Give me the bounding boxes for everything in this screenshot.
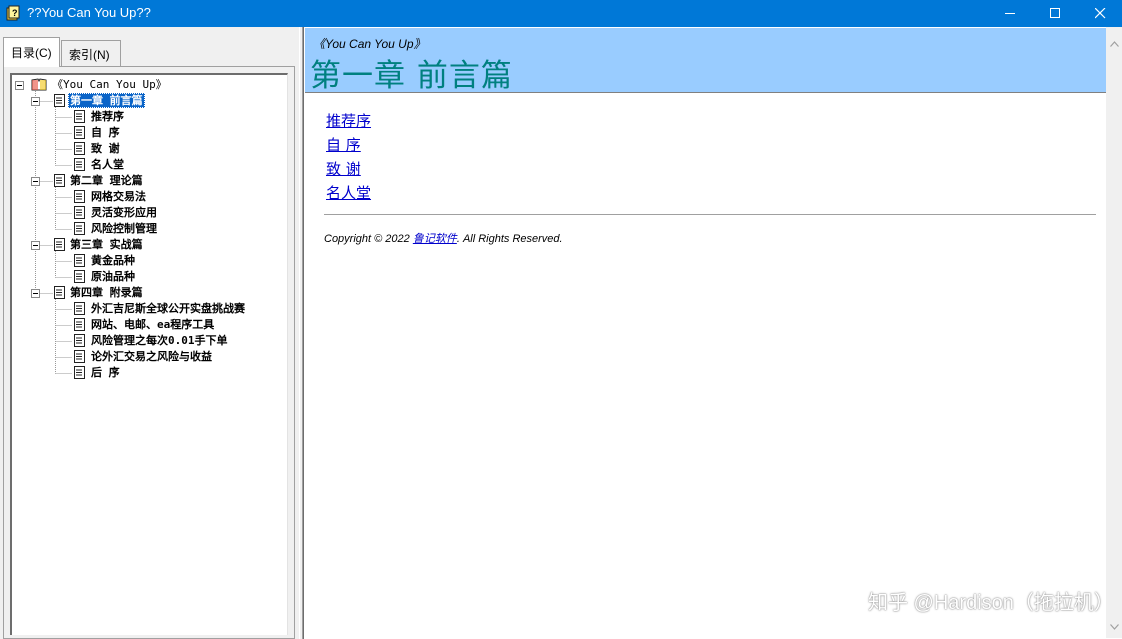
collapse-toggle[interactable]: [31, 289, 40, 298]
tab-index[interactable]: 索引(N): [61, 40, 121, 66]
contents-tree[interactable]: 《You Can You Up》 第一章 前言篇 推荐序 自 序 致 谢 名人堂…: [10, 73, 288, 635]
topic-link[interactable]: 推荐序: [326, 109, 371, 133]
document-icon: [74, 334, 85, 347]
document-icon: [74, 270, 85, 283]
tree-item-label: 外汇吉尼斯全球公开实盘挑战赛: [91, 302, 245, 315]
copyright-suffix: . All Rights Reserved.: [456, 233, 563, 245]
document-icon: [74, 302, 85, 315]
tree-root-label: 《You Can You Up》: [52, 78, 167, 91]
window-title: ??You Can You Up??: [27, 5, 151, 20]
title-bar[interactable]: ? ??You Can You Up??: [0, 0, 1122, 27]
tree-item-label: 黄金品种: [91, 254, 135, 267]
collapse-toggle[interactable]: [31, 97, 40, 106]
minimize-button[interactable]: [988, 0, 1034, 27]
document-icon: [74, 158, 85, 171]
tree-item-label: 名人堂: [91, 158, 124, 171]
document-icon: [54, 286, 65, 299]
scroll-down-icon[interactable]: [1110, 624, 1119, 630]
scroll-up-icon[interactable]: [1110, 41, 1119, 47]
tree-item-label: 网站、电邮、ea程序工具: [91, 318, 215, 331]
collapse-toggle[interactable]: [31, 241, 40, 250]
close-button[interactable]: [1078, 0, 1122, 27]
divider: [324, 214, 1096, 215]
content-pane: 《You Can You Up》 第一章 前言篇 推荐序 自 序 致 谢 名人堂…: [303, 27, 1122, 639]
document-icon: [74, 142, 85, 155]
tab-contents[interactable]: 目录(C): [3, 37, 60, 67]
collapse-toggle[interactable]: [15, 81, 24, 90]
document-icon: [74, 206, 85, 219]
tree-item-label: 后 序: [91, 366, 120, 379]
maximize-button[interactable]: [1033, 0, 1079, 27]
tree-item-label: 原油品种: [91, 270, 135, 283]
document-icon: [74, 110, 85, 123]
document-icon: [74, 318, 85, 331]
close-icon: [1095, 8, 1106, 19]
document-icon: [54, 238, 65, 251]
tree-item-label: 风险管理之每次0.01手下单: [91, 334, 228, 347]
document-icon: [54, 174, 65, 187]
document-icon: [54, 94, 65, 107]
tree-item-label: 灵活变形应用: [91, 206, 157, 219]
tree-chapter-label: 第一章 前言篇: [68, 93, 145, 108]
document-icon: [74, 126, 85, 139]
open-book-icon: [31, 78, 47, 91]
copyright-prefix: Copyright © 2022: [324, 233, 413, 245]
tree-item-label: 致 谢: [91, 142, 120, 155]
topic-link[interactable]: 致 谢: [326, 157, 371, 181]
tree-chapter-label: 第四章 附录篇: [70, 286, 143, 299]
copyright-footer: Copyright © 2022 鲁记软件. All Rights Reserv…: [324, 230, 563, 246]
company-link[interactable]: 鲁记软件: [413, 233, 457, 245]
tree-item-label: 风险控制管理: [91, 222, 157, 235]
document-icon: [74, 350, 85, 363]
collapse-toggle[interactable]: [31, 177, 40, 186]
vertical-scrollbar[interactable]: [1106, 27, 1122, 638]
watermark: 知乎 @Hardison（拖拉机）: [868, 592, 1114, 614]
svg-text:?: ?: [12, 8, 18, 18]
page-title: 第一章 前言篇: [310, 58, 513, 94]
tree-chapter-label: 第三章 实战篇: [70, 238, 143, 251]
tree-item-label: 推荐序: [91, 110, 124, 123]
tree-item-label: 网格交易法: [91, 190, 146, 203]
document-icon: [74, 366, 85, 379]
document-icon: [74, 222, 85, 235]
minimize-icon: [1005, 13, 1015, 14]
tree-item-label: 自 序: [91, 126, 120, 139]
document-icon: [74, 254, 85, 267]
maximize-icon: [1050, 8, 1060, 18]
tree-item-label: 论外汇交易之风险与收益: [91, 350, 212, 363]
document-icon: [74, 190, 85, 203]
topic-banner: 《You Can You Up》 第一章 前言篇: [305, 28, 1106, 94]
tree-chapter-label: 第二章 理论篇: [70, 174, 143, 187]
topic-link[interactable]: 自 序: [326, 133, 371, 157]
topic-link[interactable]: 名人堂: [326, 181, 371, 205]
navigation-pane: 目录(C) 索引(N) 《You Can You Up》 第一章 前言篇 推荐序…: [0, 27, 299, 639]
help-book-icon: ?: [6, 5, 20, 21]
tab-panel: 《You Can You Up》 第一章 前言篇 推荐序 自 序 致 谢 名人堂…: [3, 66, 295, 639]
topic-links: 推荐序 自 序 致 谢 名人堂: [326, 109, 371, 205]
